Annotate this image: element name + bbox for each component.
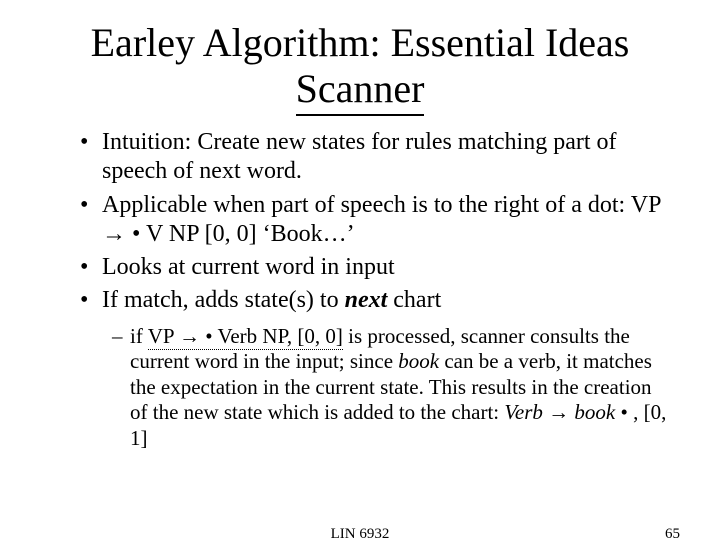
- bullet-applicable: Applicable when part of speech is to the…: [80, 191, 680, 250]
- bullet-if-match-strong: next: [345, 287, 388, 313]
- slide: Earley Algorithm: Essential Ideas Scanne…: [0, 0, 720, 540]
- bullet-applicable-pre: Applicable when part of speech is to the…: [102, 192, 661, 218]
- bullet-looks-at-text: Looks at current word in input: [102, 254, 395, 280]
- sub-bullet-example: if VP → • Verb NP, [0, 0] is processed, …: [112, 324, 670, 452]
- bullet-applicable-post: • V NP [0, 0] ‘Book…’: [126, 221, 355, 247]
- sub-bullet-list: if VP → • Verb NP, [0, 0] is processed, …: [40, 324, 680, 452]
- sub-italic-book1: book: [398, 349, 439, 373]
- main-bullet-list: Intuition: Create new states for rules m…: [40, 128, 680, 316]
- sub-pre: if: [130, 324, 148, 348]
- bullet-if-match-pre: If match, adds state(s) to: [102, 287, 345, 313]
- arrow-icon: →: [179, 324, 200, 348]
- footer-page-number: 65: [665, 526, 680, 543]
- footer-course: LIN 6932: [0, 526, 720, 543]
- bullet-intuition-text: Intuition: Create new states for rules m…: [102, 129, 617, 184]
- arrow-icon: →: [102, 221, 126, 247]
- sub-italic-verb: Verb: [504, 400, 548, 424]
- title-line-2: Scanner: [296, 66, 425, 116]
- bullet-if-match-post: chart: [387, 287, 441, 313]
- sub-italic-book2: book: [569, 400, 615, 424]
- arrow-icon: →: [548, 400, 569, 424]
- slide-title: Earley Algorithm: Essential Ideas Scanne…: [40, 20, 680, 116]
- bullet-if-match: If match, adds state(s) to next chart: [80, 286, 680, 315]
- sub-underline-rule: VP → • Verb NP, [0, 0]: [148, 324, 343, 350]
- bullet-looks-at: Looks at current word in input: [80, 253, 680, 282]
- title-line-1: Earley Algorithm: Essential Ideas: [91, 20, 630, 65]
- sub-underline-vp: VP: [148, 324, 179, 348]
- sub-underline-rest: • Verb NP, [0, 0]: [200, 324, 343, 348]
- bullet-intuition: Intuition: Create new states for rules m…: [80, 128, 680, 187]
